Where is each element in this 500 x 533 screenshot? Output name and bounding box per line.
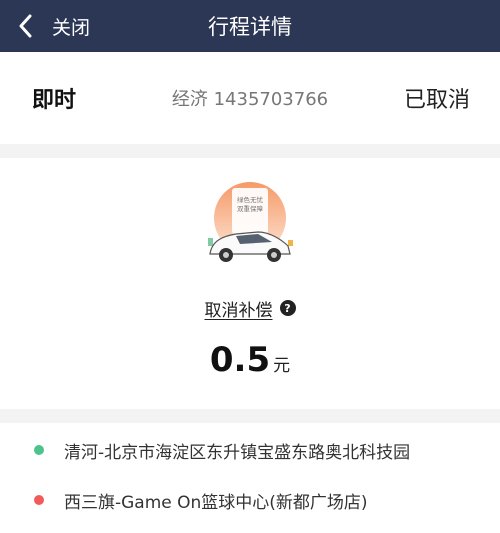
section-divider bbox=[0, 409, 500, 423]
compensation-amount: 0.5 元 bbox=[0, 340, 500, 380]
end-dot-icon bbox=[34, 495, 44, 505]
start-address: 清河-北京市海淀区东升镇宝盛东路奥北科技园 bbox=[64, 442, 411, 463]
car-illustration: 绿色无忧 双重保障 bbox=[200, 180, 300, 270]
route-end: 西三旗-Game On篮球中心(新都广场店) bbox=[0, 475, 500, 525]
trip-summary: 即时 经济 1435703766 已取消 bbox=[0, 52, 500, 144]
close-button[interactable]: 关闭 bbox=[0, 0, 90, 52]
amount-unit: 元 bbox=[273, 356, 291, 376]
route-list: 清河-北京市海淀区东升镇宝盛东路奥北科技园 西三旗-Game On篮球中心(新都… bbox=[0, 423, 500, 525]
section-divider bbox=[0, 144, 500, 158]
illustration-text-2: 双重保障 bbox=[237, 204, 264, 213]
amount-value: 0.5 bbox=[209, 340, 271, 380]
trip-type: 即时 bbox=[32, 88, 77, 113]
compensation-link-row: 取消补偿 ? bbox=[0, 296, 500, 321]
end-address: 西三旗-Game On篮球中心(新都广场店) bbox=[64, 492, 368, 513]
top-nav-bar: 关闭 行程详情 bbox=[0, 0, 500, 52]
order-info: 经济 1435703766 bbox=[171, 89, 329, 110]
chevron-left-icon bbox=[18, 14, 32, 38]
start-dot-icon bbox=[34, 445, 44, 455]
trip-status: 已取消 bbox=[403, 88, 470, 113]
compensation-card: 绿色无忧 双重保障 取消补偿 ? 0.5 元 bbox=[0, 158, 500, 409]
close-label: 关闭 bbox=[52, 16, 91, 39]
route-start: 清河-北京市海淀区东升镇宝盛东路奥北科技园 bbox=[0, 425, 500, 475]
question-circle-icon[interactable]: ? bbox=[279, 300, 296, 316]
cancel-compensation-link[interactable]: 取消补偿 bbox=[205, 296, 273, 321]
illustration-text-1: 绿色无忧 bbox=[237, 195, 264, 204]
